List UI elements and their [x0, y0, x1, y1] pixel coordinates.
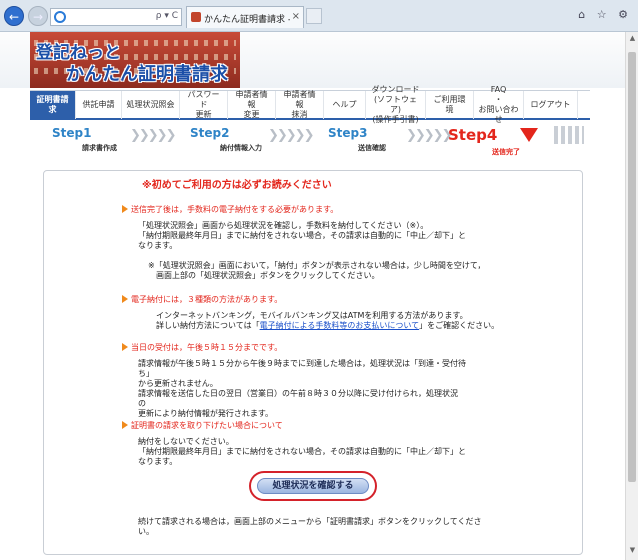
page: 登記ねっと かんたん証明書請求 証明書請求 供託申請 処理状況照会 パスワード 更新申…: [0, 32, 625, 560]
ie-icon: [54, 11, 66, 23]
notice-heading: ※初めてご利用の方は必ずお読みください: [142, 180, 332, 191]
menu-item[interactable]: ご利用環境: [426, 91, 474, 119]
step-3: Step3 送信確認: [328, 126, 386, 153]
cta-highlight: 処理状況を確認する: [249, 471, 377, 501]
menu-item[interactable]: 申請者情報 変更: [228, 90, 276, 119]
browser-tab[interactable]: かんたん証明書請求 - 送信... ×: [186, 6, 304, 28]
step-3-label: 送信確認: [358, 144, 386, 152]
address-tools[interactable]: ρ ▾ C: [156, 11, 178, 21]
content-panel: ※初めてご利用の方は必ずお読みください 送信完了後は，手数料の電子納付をする必要…: [43, 170, 583, 555]
menu-item[interactable]: ヘルプ: [324, 91, 366, 119]
step-indicator: Step1 請求書作成 ❯❯❯❯❯ Step2 納付情報入力 ❯❯❯❯❯ Ste…: [30, 124, 590, 168]
menu-item[interactable]: 証明書請求: [30, 91, 76, 119]
close-tab-icon[interactable]: ×: [292, 11, 300, 22]
scrollbar-thumb[interactable]: [628, 52, 636, 482]
new-tab-button[interactable]: [306, 8, 322, 24]
step-1-label: 請求書作成: [82, 144, 117, 152]
section-heading: 証明書の請求を取り下げたい場合について: [122, 421, 283, 431]
step-decoration: [554, 126, 584, 144]
tab-title: かんたん証明書請求 - 送信...: [204, 15, 290, 25]
menu-item[interactable]: ダウンロード (ソフトウェア) (操作手引書): [366, 85, 426, 124]
browser-toolbar: ← → ρ ▾ C かんたん証明書請求 - 送信... × ⌂ ☆ ⚙: [0, 0, 638, 32]
menu-item[interactable]: 供託申請: [76, 91, 122, 119]
bullet-triangle-icon: [122, 343, 128, 351]
address-bar[interactable]: ρ ▾ C: [50, 8, 182, 26]
favicon-icon: [191, 12, 201, 22]
forward-button[interactable]: →: [28, 6, 48, 26]
bullet-triangle-icon: [122, 205, 128, 213]
step-1: Step1 請求書作成: [52, 126, 117, 153]
scroll-up-icon[interactable]: ▲: [626, 34, 638, 46]
site-logo-line2: かんたん証明書請求: [66, 64, 228, 85]
back-button[interactable]: ←: [4, 6, 24, 26]
scroll-down-icon[interactable]: ▼: [626, 546, 638, 558]
menu-item[interactable]: 処理状況照会: [122, 91, 180, 119]
step-4-label: 送信完了: [492, 148, 520, 156]
footer-note: 続けて請求される場合は，画面上部のメニューから「証明書請求」ボタンをクリックして…: [138, 517, 482, 536]
step-1-number: Step1: [52, 126, 92, 140]
payment-info-link[interactable]: 電子納付による手数料等のお支払いについて: [260, 321, 420, 330]
paragraph: ※「処理状況照会」画面において，「納付」ボタンが表示されない場合は，少し時間を空…: [148, 261, 486, 280]
vertical-scrollbar[interactable]: ▲ ▼: [625, 32, 638, 560]
site-header: 登記ねっと かんたん証明書請求: [0, 32, 625, 88]
section-heading: 電子納付には，３種類の方法があります。: [122, 295, 282, 305]
step-4-number: Step4: [448, 126, 498, 144]
step-2: Step2 納付情報入力: [190, 126, 262, 153]
paragraph: 納付をしないでください。 「納付期限最終年月日」までに納付をされない場合，その請…: [138, 437, 466, 466]
bullet-triangle-icon: [122, 295, 128, 303]
step-chevron: ❯❯❯❯❯: [268, 128, 314, 143]
paragraph: 請求情報が午後５時１５分から午後９時までに到達した場合は，処理状況は「到達・受付…: [138, 359, 466, 418]
section-heading: 送信完了後は，手数料の電子納付をする必要があります。: [122, 205, 338, 215]
step-3-number: Step3: [328, 126, 368, 140]
browser-actions[interactable]: ⌂ ☆ ⚙: [578, 8, 632, 21]
step-2-number: Step2: [190, 126, 230, 140]
check-status-button[interactable]: 処理状況を確認する: [257, 478, 369, 494]
menu-item[interactable]: 申請者情報 抹消: [276, 90, 324, 119]
step-4: Step4 送信完了: [448, 126, 520, 157]
menu-item[interactable]: FAQ ・ お問い合わせ: [474, 85, 524, 124]
step-chevron: ❯❯❯❯❯: [130, 128, 176, 143]
menu-item[interactable]: ログアウト: [524, 91, 578, 119]
step-chevron: ❯❯❯❯❯: [406, 128, 452, 143]
step-2-label: 納付情報入力: [220, 144, 262, 152]
paragraph: 「処理状況照会」画面から処理状況を確認し，手数料を納付してください（※）。 「納…: [138, 221, 466, 250]
main-menu: 証明書請求 供託申請 処理状況照会 パスワード 更新 申請者情報 変更 申請者情報 抹消ヘ…: [30, 85, 590, 124]
bullet-triangle-icon: [122, 421, 128, 429]
section-heading: 当日の受付は，午後５時１５分までです。: [122, 343, 282, 353]
paragraph: インターネットバンキング，モバイルバンキング又はATMを利用する方法があります。: [156, 311, 468, 320]
paragraph: 詳しい納付方法については「電子納付による手数料等のお支払いについて」をご確認くだ…: [156, 321, 500, 330]
current-step-arrow-icon: [520, 128, 538, 142]
menu-item[interactable]: パスワード 更新: [180, 90, 228, 119]
